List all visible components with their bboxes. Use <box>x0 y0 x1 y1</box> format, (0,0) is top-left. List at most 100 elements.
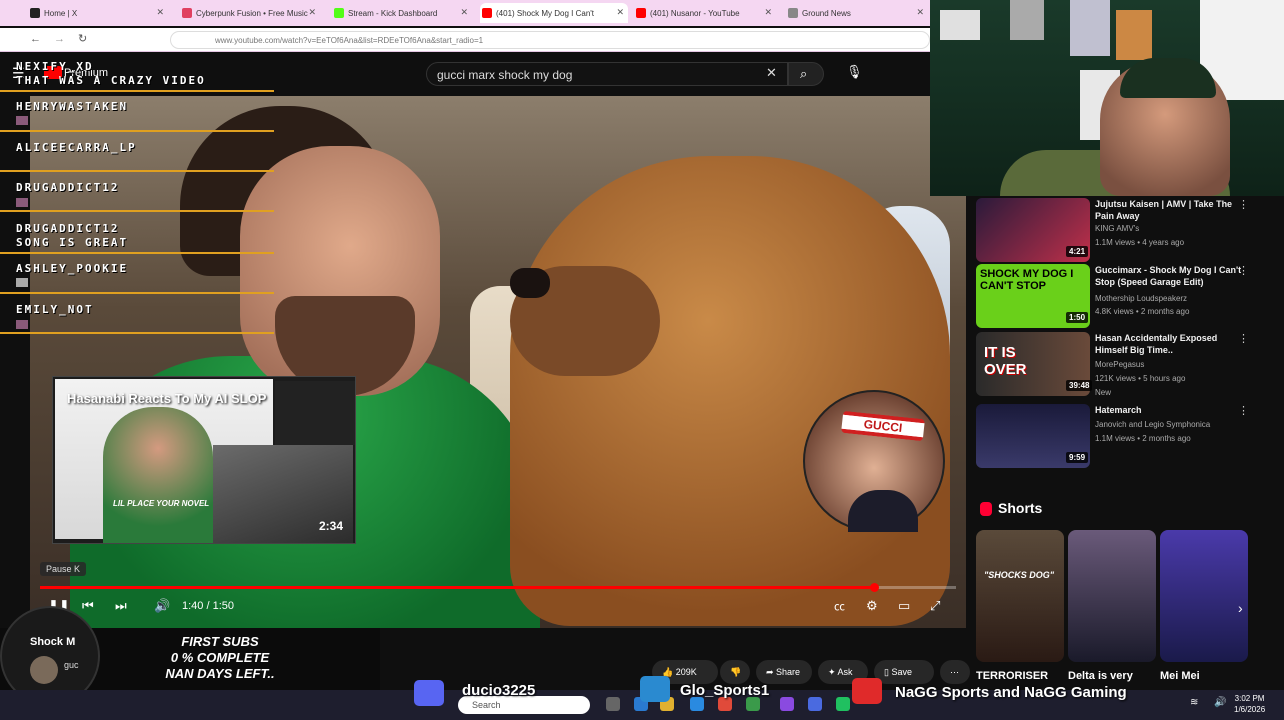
chat-message: SONG IS GREAT <box>16 236 129 249</box>
more-options-icon[interactable]: ⋮ <box>1238 332 1249 345</box>
news-favicon-icon <box>788 8 798 18</box>
tab-youtube[interactable]: (401) Nusanor - YouTube ✕ <box>634 3 776 23</box>
save-button[interactable]: ▯ Save <box>874 660 934 684</box>
short-card[interactable]: "SHOCKS DOG" <box>976 530 1064 662</box>
recommendation-item[interactable]: 4:21 Jujutsu Kaisen | AMV | Take The Pai… <box>976 198 1276 264</box>
duration-badge: 1:50 <box>1066 312 1089 323</box>
chat-user: HENRYWASTAKEN <box>16 100 129 113</box>
tab-kick[interactable]: Stream - Kick Dashboard ✕ <box>332 3 472 23</box>
fullscreen-icon[interactable]: ⤢ <box>930 598 940 614</box>
subs-goal-line: 0 % COMPLETE <box>170 650 270 665</box>
tab-x[interactable]: Home | X ✕ <box>28 3 168 23</box>
tab-ground-news[interactable]: Ground News ✕ <box>786 3 928 23</box>
inset-caption: LIL PLACE YOUR NOVEL <box>113 499 210 508</box>
microphone-icon[interactable]: 🎙 <box>846 64 863 80</box>
short-card[interactable] <box>1068 530 1156 662</box>
app-icon[interactable] <box>780 697 794 711</box>
search-input[interactable]: gucci marx shock my dog <box>426 62 788 86</box>
shorts-icon <box>980 502 992 516</box>
miniplayer-icon[interactable]: ▭ <box>898 598 910 614</box>
short-card[interactable] <box>1160 530 1248 662</box>
steam-icon[interactable] <box>808 697 822 711</box>
task-view-icon[interactable] <box>606 697 620 711</box>
tab-active-video[interactable]: (401) Shock My Dog I Can't ✕ <box>480 3 628 23</box>
poster <box>1010 0 1044 40</box>
captions-icon[interactable]: ㏄ <box>834 598 845 614</box>
close-icon[interactable]: ✕ <box>764 7 772 18</box>
share-button[interactable]: ➦ Share <box>756 660 812 684</box>
volume-tray-icon[interactable]: 🔊 <box>1214 697 1226 708</box>
chat-divider <box>0 332 274 334</box>
discord-icon <box>414 680 444 706</box>
recommendation-item[interactable]: 9:59 Hatemarch Janovich and Legio Sympho… <box>976 404 1276 470</box>
clear-search-icon[interactable]: ✕ <box>766 65 777 81</box>
tab-label: (401) Nusanor - YouTube <box>650 8 740 18</box>
tab-label: (401) Shock My Dog I Can't <box>496 8 595 18</box>
close-icon[interactable]: ✕ <box>460 7 468 18</box>
next-icon[interactable]: ⏭ <box>115 598 127 614</box>
previous-icon[interactable]: ⏮ <box>82 598 94 614</box>
chat-user: ASHLEY_POOKIE <box>16 262 129 275</box>
chat-user: DRUGADDICT12 <box>16 222 120 235</box>
chat-badge-icon <box>16 278 28 287</box>
tab-label: Home | X <box>44 8 78 18</box>
back-icon[interactable]: ← <box>30 33 41 45</box>
chat-divider <box>0 292 274 294</box>
wifi-icon[interactable]: ≋ <box>1190 697 1198 708</box>
pause-tooltip: Pause K <box>40 562 87 576</box>
recommendation-item[interactable]: SHOCK MY DOG I CAN'T STOP 1:50 Guccimarx… <box>976 264 1276 330</box>
chat-user: EMILY_NOT <box>16 303 94 316</box>
url-field[interactable]: www.youtube.com/watch?v=EeTOf6Ana&list=R… <box>170 31 930 49</box>
store-icon[interactable] <box>690 697 704 711</box>
short-title: TERRORISER <box>976 670 1049 682</box>
recommendation-item[interactable]: IT IS OVER 39:48 Hasan Accidentally Expo… <box>976 332 1276 398</box>
tab-label: Cyberpunk Fusion • Free Music <box>196 8 308 18</box>
chrome-icon[interactable] <box>718 697 732 711</box>
video-title: Hasan Accidentally Exposed Himself Big T… <box>1095 333 1218 355</box>
social-handle: NaGG Sports and NaGG Gaming <box>895 684 1127 701</box>
music-favicon-icon <box>182 8 192 18</box>
chat-message: THAT WAS A CRAZY VIDEO <box>16 74 206 87</box>
timecode: 1:40 / 1:50 <box>182 600 234 612</box>
sparkle-icon: ✦ <box>828 667 838 677</box>
settings-icon[interactable]: ⚙ <box>866 598 878 614</box>
more-horizontal-icon: ⋯ <box>950 667 959 677</box>
dog-nose <box>510 268 550 298</box>
clock-time: 3:02 PM <box>1234 694 1265 703</box>
close-icon[interactable]: ✕ <box>616 7 624 18</box>
search-button[interactable]: ⌕ <box>788 62 824 86</box>
system-clock[interactable]: 3:02 PM 1/6/2026 <box>1234 693 1265 715</box>
duration-badge: 39:48 <box>1066 380 1093 391</box>
twitter-icon <box>640 676 670 702</box>
progress-fill <box>40 586 874 589</box>
close-icon[interactable]: ✕ <box>916 7 924 18</box>
more-actions-button[interactable]: ⋯ <box>940 660 970 684</box>
short-title: Mei Mei <box>1160 670 1200 682</box>
chat-user: NEXIFY_XD <box>16 60 94 73</box>
progress-bar[interactable] <box>40 586 956 589</box>
more-options-icon[interactable]: ⋮ <box>1238 198 1249 211</box>
video-meta: 121K views • 5 hours ago <box>1095 374 1186 383</box>
youtube-icon <box>852 678 882 704</box>
app-icon[interactable] <box>746 697 760 711</box>
inset-person <box>103 407 213 543</box>
close-icon[interactable]: ✕ <box>308 7 316 18</box>
inset-video: Hasanabi Reacts To My AI SLOP LIL PLACE … <box>52 376 356 544</box>
app-icon[interactable] <box>836 697 850 711</box>
volume-icon[interactable]: 🔊 <box>154 598 170 614</box>
reload-icon[interactable]: ↻ <box>78 32 87 45</box>
tab-music[interactable]: Cyberpunk Fusion • Free Music ✕ <box>180 3 320 23</box>
search-icon: ⌕ <box>800 66 808 81</box>
dislike-button[interactable]: 👎 <box>720 660 750 684</box>
clock-date: 1/6/2026 <box>1234 705 1266 714</box>
duration-badge: 4:21 <box>1066 246 1089 257</box>
more-options-icon[interactable]: ⋮ <box>1238 404 1249 417</box>
channel-name: Janovich and Legio Symphonica <box>1095 420 1211 429</box>
chat-divider <box>0 252 274 254</box>
channel-name: Mothership Loudspeakerz <box>1095 294 1188 303</box>
forward-icon[interactable]: → <box>54 33 65 45</box>
more-options-icon[interactable]: ⋮ <box>1238 264 1249 277</box>
close-icon[interactable]: ✕ <box>156 7 164 18</box>
progress-handle[interactable] <box>869 583 879 592</box>
chevron-right-icon[interactable]: › <box>1238 600 1243 616</box>
